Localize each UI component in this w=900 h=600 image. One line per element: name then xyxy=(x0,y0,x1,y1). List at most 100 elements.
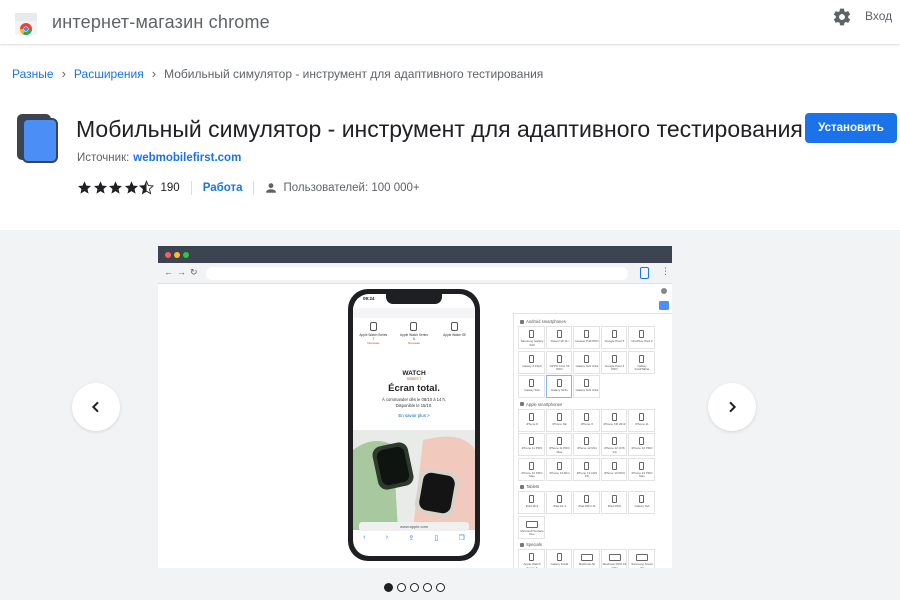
device-icon xyxy=(556,495,562,503)
source-link[interactable]: webmobilefirst.com xyxy=(133,152,241,164)
device-label: iPhone 13 (iOS 15) xyxy=(576,470,598,478)
safari-tabs-icon: ❐ xyxy=(458,535,465,542)
device-label: Samsung Galaxy S20 xyxy=(520,339,544,347)
watch-icon xyxy=(451,322,459,331)
device-tile: Microsoft Surface Duo xyxy=(518,515,545,539)
device-icon xyxy=(611,354,617,363)
settings-gear-icon[interactable] xyxy=(832,7,852,27)
device-label: iPhone 11 PRO Max xyxy=(549,446,570,454)
store-header: интернет-магазин chrome Вход xyxy=(0,0,900,44)
carousel-dot[interactable] xyxy=(384,583,393,592)
device-label: Galaxy S22 Ultra xyxy=(575,388,599,392)
tablet-icon xyxy=(520,484,524,489)
device-icon xyxy=(529,553,534,561)
watch-nav-label: Apple Watch Series 7 xyxy=(359,333,388,341)
promo-title: Écran total. xyxy=(388,383,440,394)
carousel-dot[interactable] xyxy=(410,583,419,592)
watch-nav-row: Apple Watch Series 7 Nouveau Apple Watch… xyxy=(353,322,475,356)
device-grid: iPhone 8 iPhone SE iPhone X iPhone XR 2019 i… xyxy=(518,408,668,483)
watch-nav-label: Apple Watch Series 6 xyxy=(400,333,428,341)
chrome-web-store-logo-icon[interactable] xyxy=(15,13,37,35)
device-tile: iPhone 11 PRO Max xyxy=(545,433,572,456)
device-label: iPhone 12 (iOS 14) xyxy=(604,446,625,454)
chevron-right-icon: › xyxy=(61,66,66,81)
breadcrumb-item-misc[interactable]: Разные xyxy=(12,67,54,81)
device-icon xyxy=(639,330,644,338)
sign-in-link[interactable]: Вход xyxy=(865,9,892,23)
device-label: Google Pixel 4 PRO xyxy=(604,363,625,371)
device-tile: iPad PRO xyxy=(600,491,627,514)
device-icon xyxy=(611,330,617,338)
device-tile: Galaxy Fold2 xyxy=(545,549,572,568)
device-icon xyxy=(529,461,534,470)
device-tile: iPhone 12 (iOS 14) xyxy=(600,433,627,456)
device-label: Galaxy Tab xyxy=(634,504,650,508)
safari-bookmarks-icon: ▯ xyxy=(434,535,439,542)
promo-series: SERIES 7 xyxy=(406,377,422,381)
device-icon xyxy=(584,379,589,387)
device-grid: Apple Watch Series 6 Galaxy Fold2 Macbook … xyxy=(518,549,668,568)
device-icon xyxy=(556,354,562,363)
category-link[interactable]: Работа xyxy=(203,182,243,194)
carousel-dot[interactable] xyxy=(423,583,432,592)
device-label: iPad PRO xyxy=(607,504,622,508)
device-grid: iPad Mini iPad Air 4 iPad PRO 11 iPad PRO Ga… xyxy=(518,491,668,540)
extension-toolbar-icon xyxy=(640,267,649,279)
device-tile: Google Pixel 5 xyxy=(600,326,627,349)
device-icon xyxy=(611,437,617,445)
users-count: Пользователей: 100 000+ xyxy=(265,182,420,194)
extension-stats: 190 Работа Пользователей: 100 000+ xyxy=(77,180,420,195)
device-icon xyxy=(584,354,589,363)
device-tile: iPhone 12 PRO Max xyxy=(518,457,545,481)
install-button[interactable]: Установить xyxy=(805,113,897,143)
device-icon xyxy=(608,554,621,561)
device-icon xyxy=(584,437,589,445)
extension-phone-icon xyxy=(17,114,58,163)
device-tile: Galaxy Z Flip3 xyxy=(518,350,545,374)
watch-nav-tag: Nouveau xyxy=(367,341,380,345)
device-label: iPad PRO 11 xyxy=(578,504,596,508)
rating-stars[interactable] xyxy=(77,180,155,195)
watch-nav-item: Apple Watch Series 6 Nouveau xyxy=(400,322,428,356)
device-tile: Google Pixel 4 PRO xyxy=(600,350,627,374)
watch-product-image xyxy=(353,430,475,530)
device-icon xyxy=(556,412,562,421)
chevron-right-icon xyxy=(729,401,737,413)
carousel-dot[interactable] xyxy=(397,583,406,592)
device-tile: Galaxy S22 xyxy=(518,375,545,398)
device-tile: Macbook Air xyxy=(573,549,600,568)
device-tile: iPhone 11 PRO xyxy=(518,433,545,456)
watch-nav-item: Apple Watch Series 7 Nouveau xyxy=(359,322,387,356)
device-label: Apple Watch Series 6 xyxy=(523,562,541,568)
device-tile: Galaxy S22 Ultra xyxy=(573,375,600,398)
window-minimize-dot xyxy=(174,252,180,258)
device-label: iPhone XR 2019 xyxy=(603,421,626,426)
device-label: iPhone 8 xyxy=(526,421,538,426)
carousel-next-button[interactable] xyxy=(708,383,756,431)
phone-mockup: 09:24 Apple Watch Series 7 Nouveau Apple… xyxy=(348,289,480,561)
device-label: Samsung Smart TV xyxy=(631,562,653,568)
device-category: Tablets xyxy=(520,484,668,489)
rating-count[interactable]: 190 xyxy=(161,182,180,194)
phone-time: 09:24 xyxy=(363,296,375,301)
device-icon xyxy=(556,330,562,338)
phone-screen: 09:24 Apple Watch Series 7 Nouveau Apple… xyxy=(353,294,475,556)
category-label: Specials xyxy=(526,542,542,547)
device-icon xyxy=(529,437,534,445)
device-icon xyxy=(639,495,644,503)
phone-safari-toolbar: ‹ › ⇪ ▯ ❐ xyxy=(353,534,475,548)
device-tile: Galaxy S21 Ultra xyxy=(573,350,600,374)
breadcrumb-item-extensions[interactable]: Расширения xyxy=(74,67,144,81)
store-title[interactable]: интернет-магазин chrome xyxy=(52,12,270,33)
device-icon xyxy=(526,520,538,528)
address-bar xyxy=(206,267,628,280)
device-label: Microsoft Surface Duo xyxy=(520,528,544,536)
divider xyxy=(253,180,255,195)
carousel-dot[interactable] xyxy=(436,583,445,592)
promo-link: En savoir plus > xyxy=(398,413,430,418)
carousel-prev-button[interactable] xyxy=(72,383,120,431)
back-arrow-icon: ← xyxy=(164,267,173,277)
device-label: iPhone X xyxy=(580,421,594,426)
device-label: iPhone 12 Mini xyxy=(577,446,597,450)
window-maximize-dot xyxy=(183,252,189,258)
